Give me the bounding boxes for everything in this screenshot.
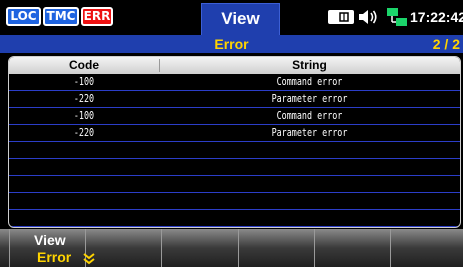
error-table: Code String -100 Command error -220 Para…: [8, 56, 461, 228]
softkey-3[interactable]: [162, 229, 239, 267]
loc-badge: LOC: [6, 7, 41, 26]
empty-row: [9, 176, 460, 193]
error-code: -220: [73, 127, 95, 139]
error-string: Command error: [276, 76, 343, 88]
error-code: -100: [73, 110, 95, 122]
tmc-badge: TMC: [43, 7, 79, 26]
clock: 17:22:42: [410, 9, 463, 25]
empty-row: [9, 159, 460, 176]
empty-row: [9, 142, 460, 159]
column-header-string: String: [292, 58, 327, 72]
error-code: -100: [73, 76, 95, 88]
instrument-screen: LOC TMC ERR View 17:22:42 Error 2 / 2 Co…: [0, 0, 463, 267]
error-code: -220: [73, 93, 95, 105]
softkey-view-value: Error: [37, 249, 72, 265]
table-row[interactable]: -100 Command error: [9, 74, 460, 91]
page-indicator: 2 / 2: [432, 36, 460, 52]
table-row[interactable]: -100 Command error: [9, 108, 460, 125]
error-string: Command error: [276, 110, 343, 122]
empty-row: [9, 193, 460, 210]
error-string: Parameter error: [271, 93, 348, 105]
status-bar: LOC TMC ERR View 17:22:42: [0, 0, 463, 35]
page-title: Error: [214, 36, 249, 52]
softkey-2[interactable]: [86, 229, 162, 267]
softkey-view-title: View: [34, 232, 66, 248]
lan-icon: [387, 8, 407, 26]
speaker-icon: [359, 10, 377, 24]
softkey-4[interactable]: [239, 229, 315, 267]
view-tab[interactable]: View: [201, 3, 280, 35]
table-row[interactable]: -220 Parameter error: [9, 91, 460, 108]
error-string: Parameter error: [271, 127, 348, 139]
softkey-5[interactable]: [315, 229, 391, 267]
table-row[interactable]: -220 Parameter error: [9, 125, 460, 142]
softkey-bar: View Error: [0, 229, 463, 267]
column-header-code: Code: [69, 58, 99, 72]
err-badge: ERR: [81, 7, 113, 26]
softkey-6[interactable]: [391, 229, 463, 267]
memory-icon: [328, 10, 354, 24]
title-strip: Error 2 / 2: [0, 35, 463, 53]
empty-row: [9, 210, 460, 227]
table-header: Code String: [9, 57, 460, 74]
softkey-view[interactable]: View Error: [9, 229, 95, 267]
